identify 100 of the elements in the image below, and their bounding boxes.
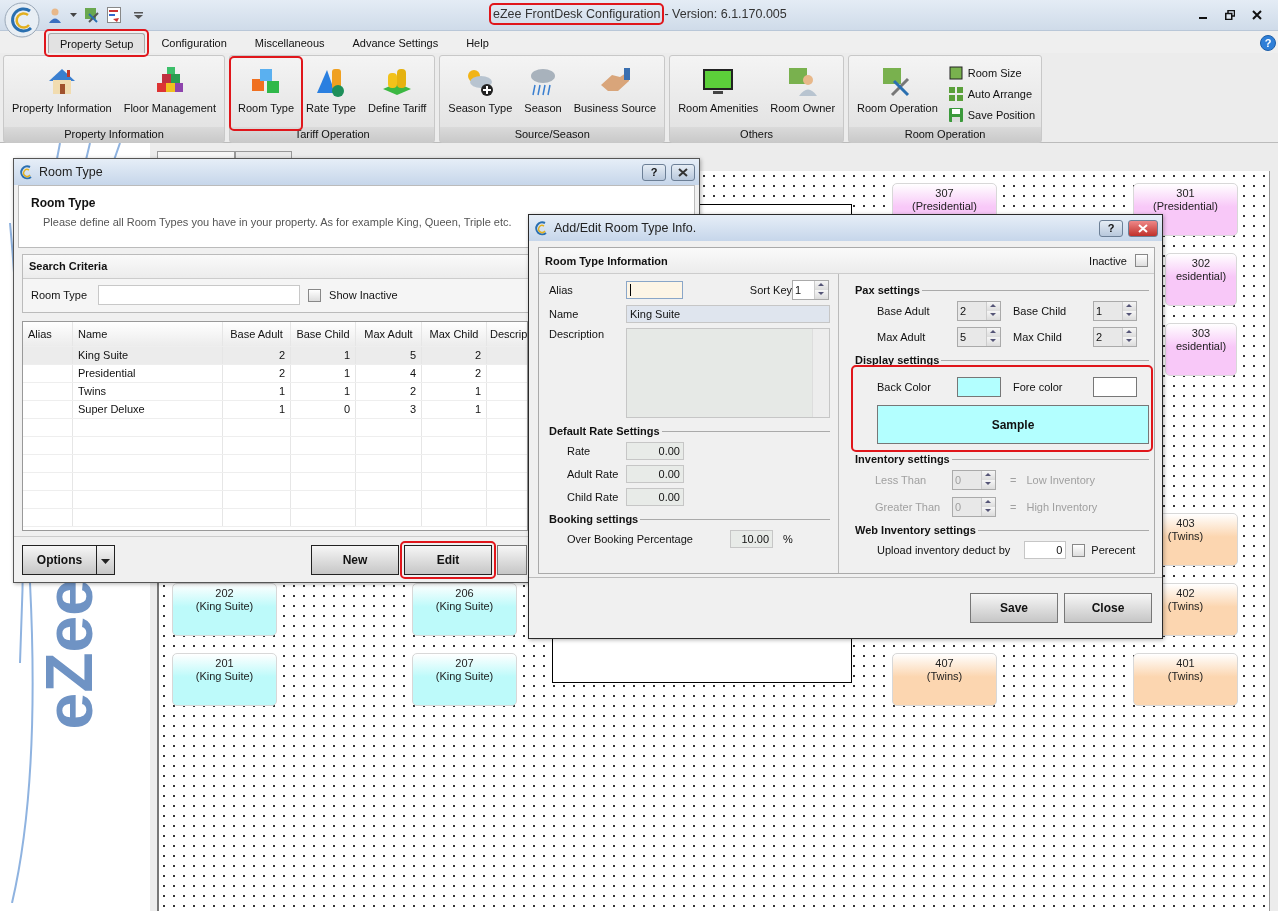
room-tile[interactable]: 401 (Twins): [1133, 653, 1238, 706]
help-button[interactable]: ?: [1099, 219, 1123, 237]
column-header[interactable]: Base Adult: [223, 322, 291, 346]
options-button[interactable]: Options: [22, 544, 97, 575]
menu-tab[interactable]: Configuration: [149, 33, 239, 53]
ribbon-button[interactable]: Room Type: [233, 60, 300, 127]
ribbon-button[interactable]: Room Owner: [765, 60, 841, 127]
help-button[interactable]: ?: [642, 163, 666, 181]
room-tile[interactable]: 201 (King Suite): [172, 653, 277, 706]
room-tile[interactable]: 407 (Twins): [892, 653, 997, 706]
ribbon-button[interactable]: Room Amenities: [673, 60, 764, 127]
ribbon-button[interactable]: Room Operation: [852, 60, 943, 127]
ribbon-button[interactable]: Business Source: [568, 60, 662, 127]
section-title: Display settings: [855, 354, 940, 366]
room-type: (Twins): [1167, 530, 1204, 543]
room-tile[interactable]: 206 (King Suite): [412, 583, 517, 636]
alias-field[interactable]: [626, 281, 683, 299]
dropdown-button[interactable]: [97, 544, 115, 575]
checkbox[interactable]: [1072, 543, 1086, 557]
room-tile[interactable]: 302 esidential): [1165, 253, 1237, 306]
color-swatch[interactable]: [1093, 377, 1137, 397]
tools-icon[interactable]: [84, 7, 100, 23]
deduct-field[interactable]: 0: [1024, 541, 1067, 559]
caret-icon: [101, 558, 110, 564]
document-icon[interactable]: [107, 7, 121, 23]
group-title: Source/Season: [440, 127, 665, 142]
field-label: Max Child: [1013, 331, 1063, 343]
menu-tab[interactable]: Help: [454, 33, 501, 53]
customize-caret-icon[interactable]: [134, 11, 143, 19]
help-button[interactable]: ?: [1260, 35, 1276, 51]
ribbon-button[interactable]: Property Information: [7, 60, 117, 127]
ribbon-button[interactable]: Save Position: [944, 104, 1039, 125]
table-cell: 2: [223, 347, 291, 364]
number-spinner[interactable]: 2: [957, 301, 1001, 321]
room-tile[interactable]: 207 (King Suite): [412, 653, 517, 706]
room-tile[interactable]: 303 esidential): [1165, 323, 1237, 376]
room-number: 301: [1176, 187, 1195, 200]
ribbon-button[interactable]: Rate Type: [301, 60, 361, 127]
dialog-button[interactable]: New: [311, 544, 399, 575]
rate-field[interactable]: 0.00: [626, 442, 684, 460]
dialog-button[interactable]: Edit: [404, 544, 492, 575]
column-header[interactable]: Max Adult: [356, 322, 422, 346]
dialog-button[interactable]: [497, 544, 527, 575]
caret-icon[interactable]: [70, 12, 77, 18]
group-title: Room Operation: [849, 127, 1042, 142]
close-icon: [678, 167, 688, 177]
table-row[interactable]: Twins 1 1 2 1: [23, 383, 527, 401]
ribbon-button[interactable]: Season: [519, 60, 567, 127]
checkbox[interactable]: [1135, 254, 1148, 267]
ribbon-button[interactable]: Define Tariff: [363, 60, 432, 127]
rate-field[interactable]: 0.00: [626, 465, 684, 483]
room-number: 307: [935, 187, 954, 200]
table-cell: Twins: [73, 383, 223, 400]
ribbon-button[interactable]: Season Type: [443, 60, 518, 127]
rate-field[interactable]: 0.00: [626, 488, 684, 506]
menu-tab[interactable]: Advance Settings: [340, 33, 451, 53]
column-header[interactable]: Descrip: [487, 322, 527, 346]
scrollbar[interactable]: [812, 329, 829, 417]
description-text: Please define all Room Types you have in your property. As for example King, Queen, Triple etc.: [42, 216, 512, 228]
dialog-button[interactable]: Save: [970, 593, 1058, 623]
column-header[interactable]: Base Child: [291, 322, 356, 346]
room-number: 207: [455, 657, 474, 670]
ribbon-button[interactable]: Floor Management: [118, 60, 221, 127]
number-spinner[interactable]: 5: [957, 327, 1001, 347]
ribbon-button[interactable]: Auto Arrange: [944, 83, 1035, 104]
search-field[interactable]: [98, 285, 301, 305]
menu-tab[interactable]: Property Setup: [48, 33, 146, 53]
name-field[interactable]: King Suite: [626, 305, 830, 323]
number-spinner[interactable]: 2: [1093, 327, 1137, 347]
number-spinner[interactable]: 1: [1093, 301, 1137, 321]
sort-key-spinner[interactable]: 1: [792, 280, 829, 300]
room-type: (King Suite): [195, 600, 254, 613]
ribbon-button[interactable]: Room Size: [944, 62, 1025, 83]
percentage-field[interactable]: 10.00: [730, 530, 773, 548]
table-cell: 2: [422, 347, 487, 364]
window-title: Room Type: [39, 165, 103, 179]
checkbox-label: Show Inactive: [329, 289, 398, 301]
checkbox[interactable]: [308, 288, 322, 302]
column-header[interactable]: Name: [73, 322, 223, 346]
room-tile[interactable]: 202 (King Suite): [172, 583, 277, 636]
field-label: Back Color: [877, 381, 932, 393]
user-icon[interactable]: [47, 7, 63, 23]
description-field[interactable]: [626, 328, 830, 418]
column-header[interactable]: Max Child: [422, 322, 487, 346]
room-number: 401: [1176, 657, 1195, 670]
room-type: esidential): [1175, 270, 1227, 283]
restore-icon[interactable]: [1225, 10, 1235, 20]
color-swatch[interactable]: [957, 377, 1001, 397]
table-row[interactable]: Super Deluxe 1 0 3 1: [23, 401, 527, 419]
equals-sign: =: [1010, 501, 1017, 513]
column-header[interactable]: Alias: [23, 322, 73, 346]
table-row[interactable]: King Suite 2 1 5 2: [23, 347, 527, 365]
close-button[interactable]: [671, 163, 695, 181]
dialog-button[interactable]: Close: [1064, 593, 1152, 623]
close-icon[interactable]: [1252, 10, 1262, 20]
menu-tab[interactable]: Miscellaneous: [242, 33, 337, 53]
close-button[interactable]: [1128, 219, 1158, 237]
table-row[interactable]: Presidential 2 1 4 2: [23, 365, 527, 383]
field-label: Description: [549, 328, 606, 340]
level-label: Low Inventory: [1026, 474, 1095, 486]
